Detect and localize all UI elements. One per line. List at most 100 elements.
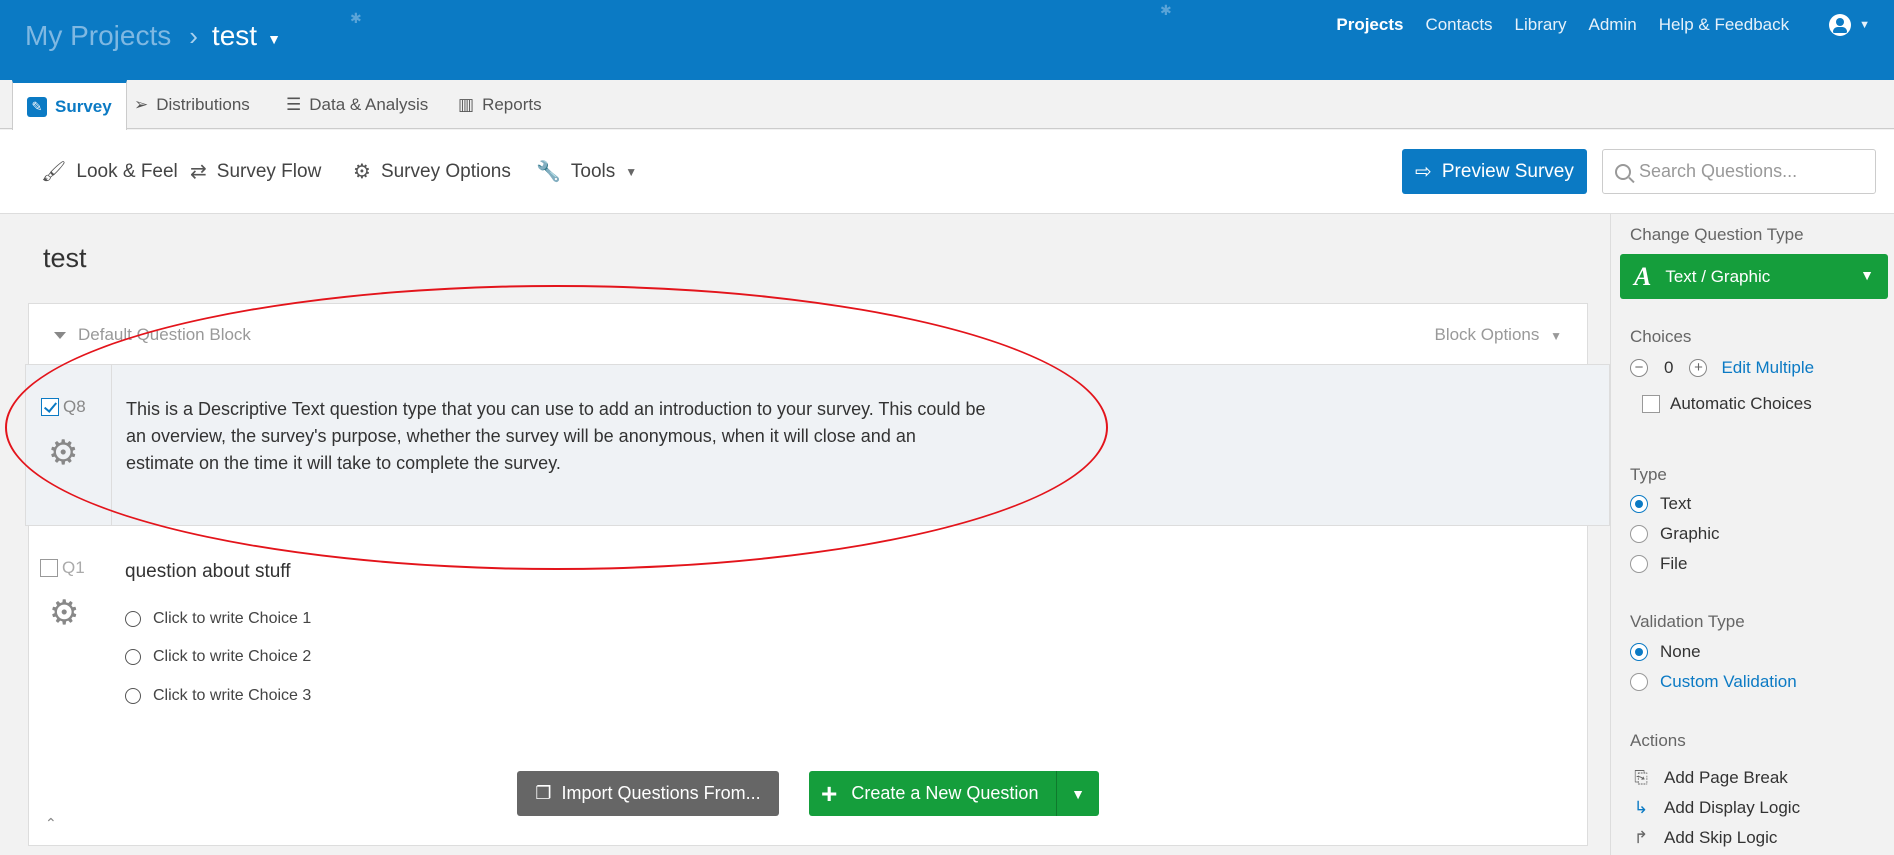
choice-option[interactable]: Click to write Choice 1 bbox=[125, 610, 311, 628]
tab-survey[interactable]: ✎ Survey bbox=[12, 80, 127, 130]
create-new-question-label: Create a New Question bbox=[851, 783, 1039, 803]
choice-label[interactable]: Click to write Choice 3 bbox=[153, 687, 311, 705]
question-type-label: Text / Graphic bbox=[1665, 266, 1771, 286]
question-type-dropdown[interactable]: A Text / Graphic ▼ bbox=[1620, 254, 1888, 299]
add-page-break-action[interactable]: ⎘ Add Page Break bbox=[1630, 768, 1788, 788]
chevron-up-icon[interactable]: ⌃ bbox=[45, 815, 57, 832]
action-label: Add Page Break bbox=[1664, 768, 1788, 787]
add-display-logic-action[interactable]: ↳ Add Display Logic bbox=[1630, 798, 1800, 818]
preview-survey-label: Preview Survey bbox=[1441, 160, 1574, 182]
import-questions-button[interactable]: ❐ Import Questions From... bbox=[517, 771, 779, 816]
survey-options-button[interactable]: ⚙ Survey Options bbox=[353, 159, 511, 184]
nav-contacts[interactable]: Contacts bbox=[1425, 15, 1492, 35]
tab-distributions[interactable]: ➢ Distributions bbox=[134, 80, 250, 129]
type-option-file[interactable]: File bbox=[1630, 554, 1687, 574]
survey-flow-button[interactable]: ⇄ Survey Flow bbox=[190, 159, 321, 184]
tools-label: Tools bbox=[570, 160, 616, 182]
radio-button[interactable] bbox=[1630, 495, 1648, 513]
skip-logic-icon: ↱ bbox=[1633, 828, 1649, 847]
search-questions-input[interactable] bbox=[1639, 161, 1859, 182]
user-avatar-icon bbox=[1829, 14, 1852, 36]
chevron-down-icon[interactable]: ▼ bbox=[267, 31, 281, 47]
chevron-down-icon: ▼ bbox=[625, 164, 638, 179]
nav-help-feedback[interactable]: Help & Feedback bbox=[1659, 15, 1789, 35]
type-option-label: Graphic bbox=[1660, 524, 1720, 543]
breadcrumb-current-project[interactable]: test bbox=[212, 20, 257, 52]
question-select-checkbox[interactable] bbox=[41, 398, 59, 416]
radio-button[interactable] bbox=[125, 611, 141, 627]
type-option-text[interactable]: Text bbox=[1630, 494, 1691, 514]
wrench-icon: 🔧 bbox=[536, 161, 561, 183]
actions-heading: Actions bbox=[1630, 731, 1686, 750]
custom-validation-link[interactable]: Custom Validation bbox=[1660, 672, 1797, 692]
radio-button[interactable] bbox=[1630, 525, 1648, 543]
page-break-icon: ⎘ bbox=[1634, 768, 1648, 787]
gear-icon[interactable]: ⚙ bbox=[48, 433, 78, 473]
nav-admin[interactable]: Admin bbox=[1589, 15, 1637, 35]
radio-button[interactable] bbox=[1630, 643, 1648, 661]
choices-stepper: − 0 + Edit Multiple bbox=[1630, 358, 1814, 378]
edit-multiple-link[interactable]: Edit Multiple bbox=[1721, 358, 1814, 378]
user-menu[interactable]: ▼ bbox=[1829, 14, 1870, 36]
collapse-triangle-icon[interactable] bbox=[54, 331, 66, 339]
gear-icon[interactable]: ⚙ bbox=[49, 593, 79, 633]
question-text[interactable]: question about stuff bbox=[125, 561, 291, 583]
question-properties-panel: Change Question Type A Text / Graphic ▼ … bbox=[1610, 214, 1894, 855]
type-option-graphic[interactable]: Graphic bbox=[1630, 524, 1720, 544]
search-icon bbox=[1615, 163, 1631, 180]
choice-option[interactable]: Click to write Choice 3 bbox=[125, 687, 311, 705]
choice-option[interactable]: Click to write Choice 2 bbox=[125, 648, 311, 666]
validation-none-label: None bbox=[1660, 642, 1701, 661]
create-new-question-button[interactable]: + Create a New Question ▼ bbox=[809, 771, 1099, 816]
plus-icon: + bbox=[821, 777, 838, 809]
question-q8[interactable]: Q8 ⚙ This is a Descriptive Text question… bbox=[25, 364, 1610, 526]
look-feel-label: Look & Feel bbox=[76, 160, 178, 182]
validation-option-custom[interactable]: Custom Validation bbox=[1630, 672, 1797, 692]
validation-option-none[interactable]: None bbox=[1630, 642, 1701, 662]
block-name[interactable]: Default Question Block bbox=[54, 325, 251, 345]
breadcrumb-my-projects[interactable]: My Projects bbox=[25, 20, 171, 52]
chevron-down-icon: ▼ bbox=[1859, 19, 1870, 31]
add-skip-logic-action[interactable]: ↱ Add Skip Logic bbox=[1630, 828, 1778, 848]
look-feel-button[interactable]: 🖌 Look & Feel bbox=[41, 159, 178, 184]
tools-menu[interactable]: 🔧 Tools ▼ bbox=[536, 159, 637, 184]
minus-icon[interactable]: − bbox=[1630, 359, 1648, 377]
question-text[interactable]: This is a Descriptive Text question type… bbox=[126, 396, 986, 477]
action-label: Add Skip Logic bbox=[1664, 828, 1778, 847]
validation-type-heading: Validation Type bbox=[1630, 612, 1745, 631]
radio-button[interactable] bbox=[1630, 673, 1648, 691]
question-select-checkbox[interactable] bbox=[40, 559, 58, 577]
text-graphic-icon: A bbox=[1634, 261, 1652, 291]
block-options-menu[interactable]: Block Options ▼ bbox=[1434, 325, 1562, 345]
type-heading: Type bbox=[1630, 465, 1667, 484]
plus-icon[interactable]: + bbox=[1689, 359, 1708, 377]
radio-button[interactable] bbox=[125, 649, 141, 665]
bar-chart-icon: ▥ bbox=[458, 94, 475, 114]
block-options-label: Block Options bbox=[1434, 325, 1540, 344]
tab-data-analysis[interactable]: ☰ Data & Analysis bbox=[286, 80, 428, 129]
radio-button[interactable] bbox=[125, 688, 141, 704]
chevron-down-icon: ▼ bbox=[1860, 267, 1874, 283]
question-id: Q8 bbox=[63, 397, 86, 416]
tab-reports[interactable]: ▥ Reports bbox=[458, 80, 542, 129]
chevron-down-icon[interactable]: ▼ bbox=[1056, 771, 1099, 816]
radio-button[interactable] bbox=[1630, 555, 1648, 573]
project-tabs: ✎ Survey ➢ Distributions ☰ Data & Analys… bbox=[0, 80, 1894, 130]
question-gutter: Q8 ⚙ bbox=[26, 365, 112, 525]
choices-count: 0 bbox=[1664, 358, 1674, 377]
breadcrumb: My Projects › test ▼ bbox=[25, 20, 281, 52]
survey-options-label: Survey Options bbox=[380, 160, 511, 182]
checkbox[interactable] bbox=[1642, 395, 1660, 413]
snowflake-decoration: ✱ bbox=[350, 10, 362, 26]
nav-library[interactable]: Library bbox=[1515, 15, 1567, 35]
nav-projects[interactable]: Projects bbox=[1336, 15, 1403, 35]
choice-label[interactable]: Click to write Choice 2 bbox=[153, 648, 311, 666]
automatic-choices-checkbox[interactable]: Automatic Choices bbox=[1642, 394, 1812, 414]
search-questions-box[interactable] bbox=[1602, 149, 1876, 194]
survey-title[interactable]: test bbox=[43, 243, 87, 274]
preview-exit-icon: ⇨ bbox=[1415, 161, 1432, 183]
action-label: Add Display Logic bbox=[1664, 798, 1801, 817]
preview-survey-button[interactable]: ⇨ Preview Survey bbox=[1402, 149, 1587, 194]
choice-label[interactable]: Click to write Choice 1 bbox=[153, 610, 311, 628]
type-option-label: Text bbox=[1660, 494, 1692, 513]
